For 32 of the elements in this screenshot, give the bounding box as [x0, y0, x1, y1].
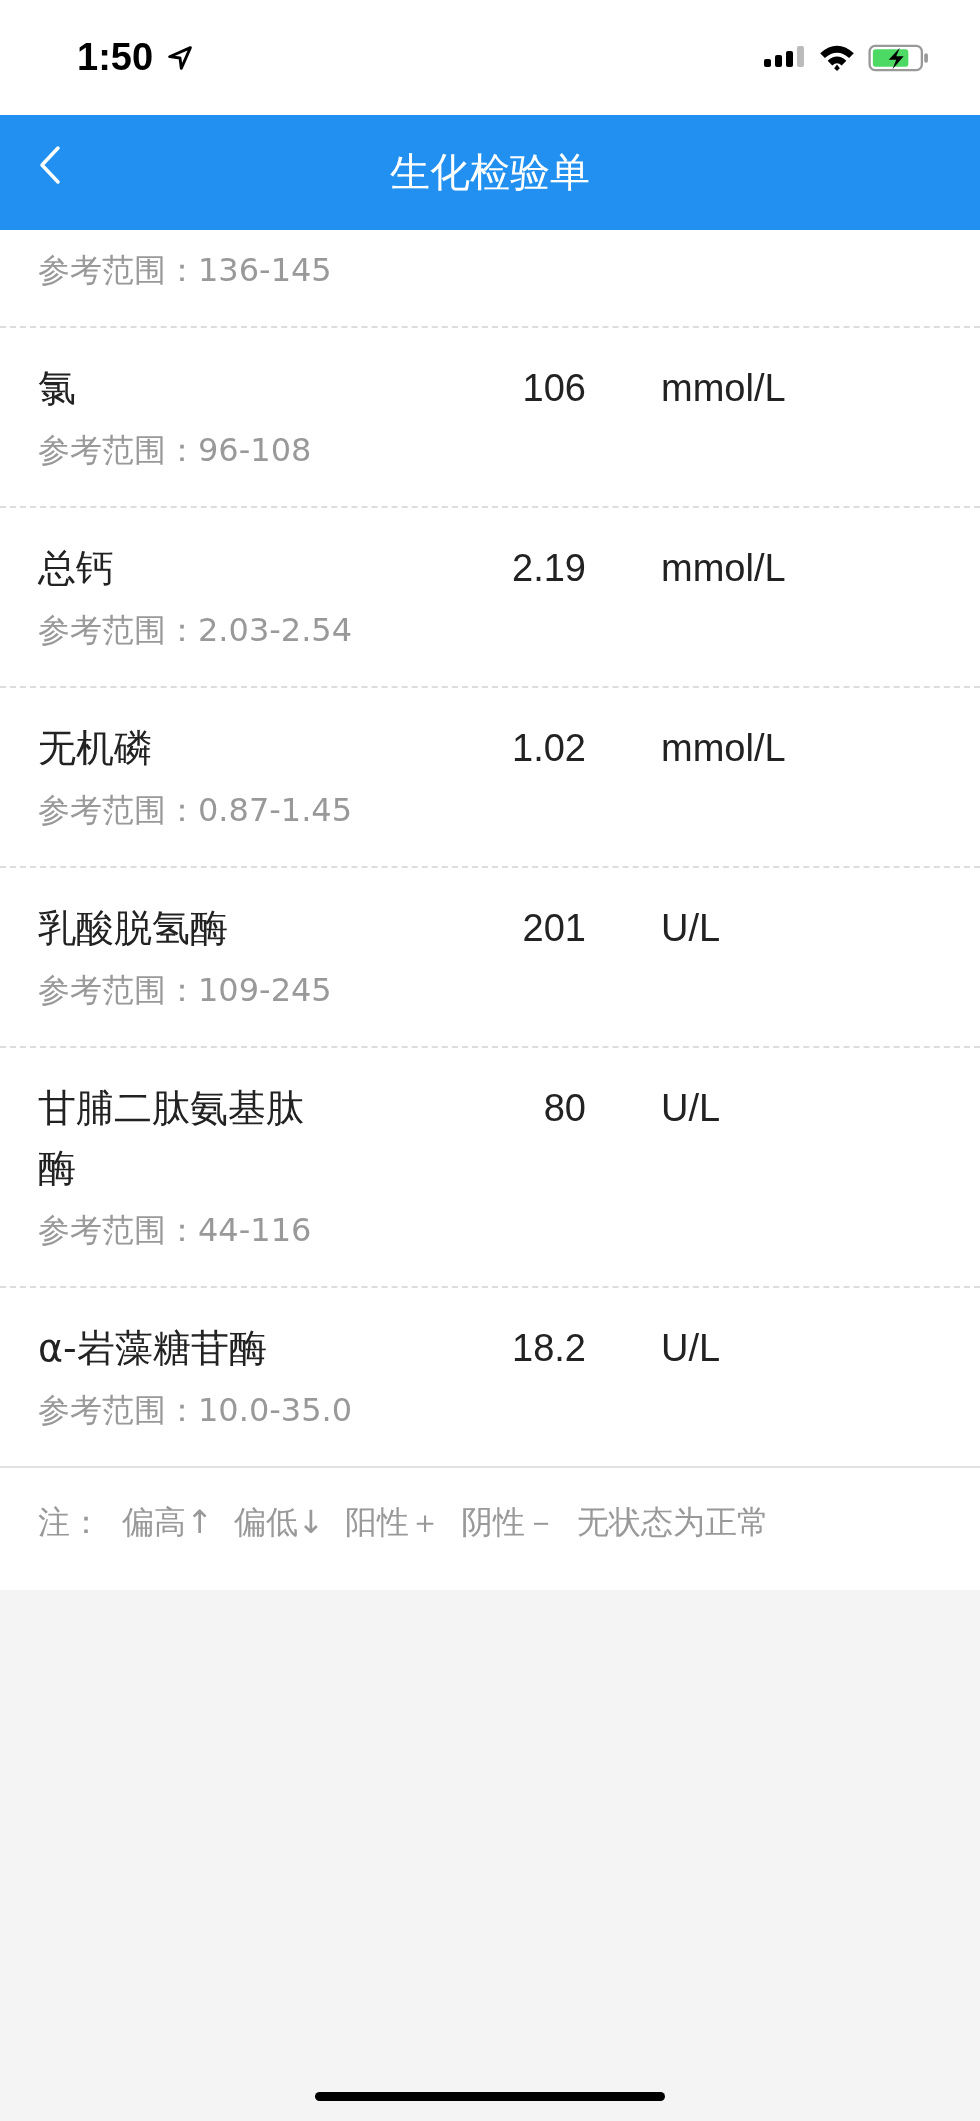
- result-value: 18.2: [511, 1326, 586, 1371]
- reference-range: 参考范围：109-245: [38, 970, 333, 1011]
- reference-range: 参考范围：2.03-2.54: [38, 610, 354, 651]
- result-value: 80: [542, 1086, 586, 1131]
- test-name: 无机磷: [38, 725, 153, 772]
- result-unit: mmol/L: [661, 726, 786, 771]
- reference-range: 参考范围：136-145: [38, 250, 333, 291]
- result-value: 106: [521, 366, 586, 411]
- location-arrow-icon: [167, 44, 194, 71]
- battery-charging-icon: [868, 43, 930, 72]
- test-name: 氯: [38, 365, 77, 412]
- test-name: α-岩藻糖苷酶: [38, 1325, 268, 1372]
- result-unit: U/L: [661, 906, 721, 951]
- back-icon[interactable]: [38, 145, 62, 185]
- result-value: 1.02: [511, 726, 586, 771]
- test-name: 总钙: [38, 545, 115, 592]
- reference-range: 参考范围：44-116: [38, 1210, 313, 1251]
- page-title: 生化检验单: [390, 148, 590, 197]
- wifi-icon: [818, 43, 856, 72]
- status-time: 1:50: [77, 36, 154, 79]
- test-name: 甘脯二肽氨基肽酶: [38, 1085, 305, 1192]
- result-value: 201: [521, 906, 586, 951]
- result-unit: U/L: [661, 1326, 721, 1371]
- result-unit: mmol/L: [661, 546, 786, 591]
- test-name: 乳酸脱氢酶: [38, 905, 229, 952]
- result-unit: U/L: [661, 1086, 721, 1131]
- result-unit: mmol/L: [661, 366, 786, 411]
- result-value: 2.19: [511, 546, 586, 591]
- legend-note: 注： 偏高↑ 偏低↓ 阳性＋ 阴性－ 无状态为正常: [38, 1502, 771, 1543]
- reference-range: 参考范围：0.87-1.45: [38, 790, 354, 831]
- reference-range: 参考范围：96-108: [38, 430, 313, 471]
- reference-range: 参考范围：10.0-35.0: [38, 1390, 354, 1431]
